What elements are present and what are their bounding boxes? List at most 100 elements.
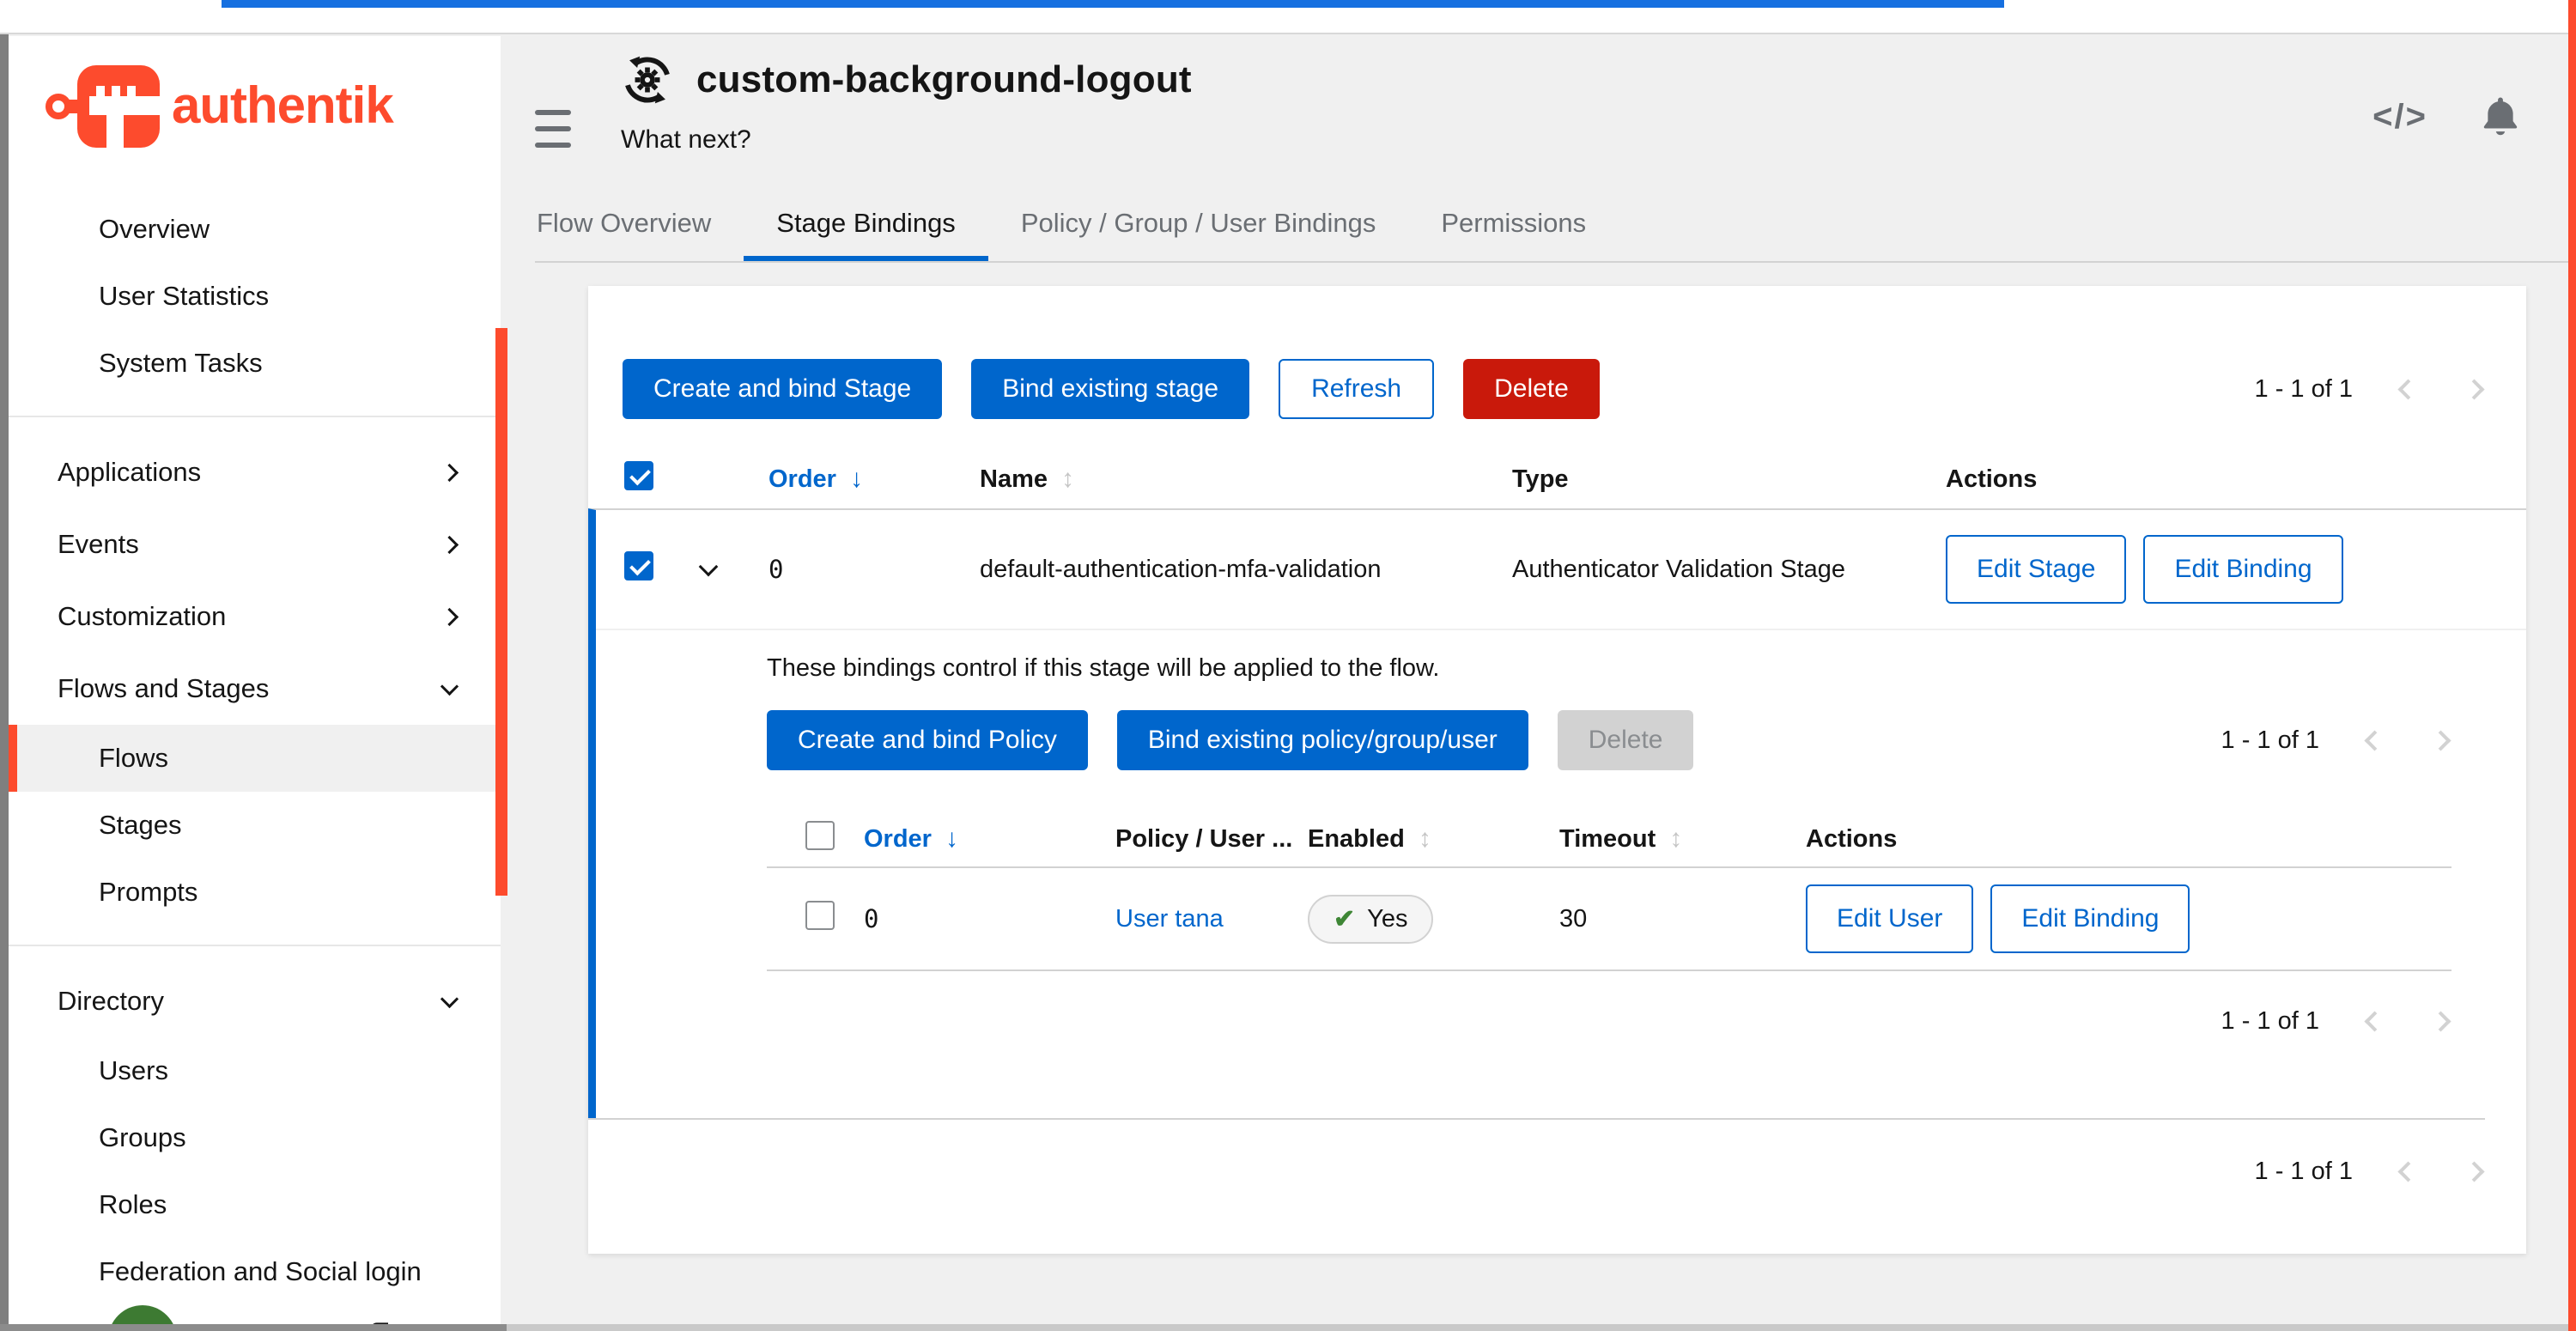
row-checkbox[interactable]	[805, 901, 835, 930]
sidebar-item-label: Prompts	[99, 877, 197, 908]
edit-policy-binding-button[interactable]: Edit Binding	[1990, 884, 2190, 953]
edit-stage-button[interactable]: Edit Stage	[1946, 535, 2126, 604]
pagination-prev-button[interactable]	[2364, 730, 2385, 751]
code-icon: </>	[2372, 98, 2427, 137]
bell-icon	[2477, 93, 2524, 141]
sidebar-scrollbar[interactable]	[495, 328, 507, 896]
chevron-left-icon	[2364, 730, 2385, 751]
sidebar-group-customization[interactable]: Customization	[9, 580, 501, 653]
sidebar-group-label: Flows and Stages	[58, 673, 269, 704]
pagination-next-button[interactable]	[2464, 1161, 2485, 1182]
sidebar-item-stages[interactable]: Stages	[9, 792, 501, 859]
screen: authentik Overview User Statistics Syste…	[0, 0, 2576, 1331]
sidebar-group-label: Directory	[58, 986, 164, 1017]
policy-user-link[interactable]: User tana	[1115, 905, 1224, 933]
pagination-prev-button[interactable]	[2364, 1011, 2385, 1032]
column-header-policy-user: Policy / User ...	[1115, 825, 1308, 854]
tab-stage-bindings[interactable]: Stage Bindings	[744, 208, 988, 261]
pagination-next-button[interactable]	[2430, 730, 2451, 751]
chevron-down-icon	[699, 557, 719, 577]
sidebar-group-label: Customization	[58, 601, 226, 632]
sidebar-item-user-statistics[interactable]: User Statistics	[9, 263, 501, 330]
select-all-checkbox[interactable]	[805, 821, 835, 850]
row-checkbox[interactable]	[624, 551, 653, 580]
sidebar-item-users[interactable]: Users	[9, 1037, 501, 1104]
column-header-name[interactable]: Name ↕	[980, 465, 1512, 494]
chevron-right-icon	[2430, 1011, 2451, 1031]
sidebar-group-directory[interactable]: Directory	[9, 965, 501, 1037]
create-and-bind-policy-button[interactable]: Create and bind Policy	[767, 710, 1088, 770]
pagination-prev-button[interactable]	[2397, 379, 2419, 400]
policy-order-value: 0	[864, 904, 1115, 933]
policy-pagination-bottom: 1 - 1 of 1	[2221, 1007, 2451, 1036]
page-section: Create and bind Stage Bind existing stag…	[501, 263, 2568, 1324]
tab-permissions[interactable]: Permissions	[1408, 208, 1619, 261]
select-all-checkbox[interactable]	[624, 461, 653, 490]
sidebar-group-flows-and-stages[interactable]: Flows and Stages	[9, 653, 501, 725]
window-frame-bottom	[0, 1324, 2576, 1331]
stage-pagination-top: 1 - 1 of 1	[2255, 375, 2485, 404]
hamburger-icon	[535, 110, 571, 115]
enabled-badge: ✔ Yes	[1308, 895, 1433, 944]
sort-icon: ↕	[1061, 465, 1074, 494]
sidebar-item-federation[interactable]: Federation and Social login	[9, 1238, 501, 1305]
stage-pagination-bottom: 1 - 1 of 1	[2255, 1158, 2485, 1186]
sidebar-item-system-tasks[interactable]: System Tasks	[9, 330, 501, 397]
column-header-actions: Actions	[1946, 465, 2526, 494]
hamburger-menu-button[interactable]	[535, 110, 571, 148]
chevron-left-icon	[2397, 379, 2418, 399]
page-title: custom-background-logout	[696, 58, 1192, 101]
bind-existing-stage-button[interactable]: Bind existing stage	[971, 359, 1249, 419]
column-header-timeout[interactable]: Timeout ↕	[1559, 824, 1806, 854]
chevron-down-icon	[440, 677, 459, 695]
stage-name-value: default-authentication-mfa-validation	[980, 556, 1512, 584]
sidebar-item-overview[interactable]: Overview	[9, 196, 501, 263]
policy-table-header: Order ↓ Policy / User ... Enabled ↕ Time…	[767, 811, 2451, 866]
sort-icon: ↕	[1669, 824, 1682, 854]
pagination-next-button[interactable]	[2464, 379, 2485, 400]
edit-user-button[interactable]: Edit User	[1806, 884, 1973, 953]
main-header: custom-background-logout What next? </>	[501, 36, 2568, 155]
sidebar: authentik Overview User Statistics Syste…	[9, 36, 501, 1324]
sidebar-item-label: Federation and Social login	[99, 1256, 422, 1287]
column-header-actions: Actions	[1806, 825, 2451, 854]
pagination-label: 1 - 1 of 1	[2255, 1158, 2353, 1186]
page-scrollbar[interactable]	[2568, 0, 2576, 1331]
sidebar-item-label: Stages	[99, 810, 182, 841]
sort-desc-icon: ↓	[850, 465, 863, 494]
sidebar-item-roles[interactable]: Roles	[9, 1171, 501, 1238]
create-and-bind-stage-button[interactable]: Create and bind Stage	[623, 359, 942, 419]
sidebar-divider	[9, 416, 501, 417]
collapse-row-button[interactable]	[696, 560, 720, 579]
notifications-button[interactable]	[2477, 93, 2524, 141]
sidebar-item-flows[interactable]: Flows	[9, 725, 501, 792]
policy-toolbar: Create and bind Policy Bind existing pol…	[767, 710, 2451, 770]
timeout-value: 30	[1559, 905, 1806, 933]
sidebar-group-events[interactable]: Events	[9, 508, 501, 580]
pagination-next-button[interactable]	[2430, 1011, 2451, 1032]
authentik-logo[interactable]: authentik	[45, 62, 501, 151]
bind-existing-policy-button[interactable]: Bind existing policy/group/user	[1117, 710, 1528, 770]
tab-policy-group-user-bindings[interactable]: Policy / Group / User Bindings	[988, 208, 1409, 261]
sidebar-item-groups[interactable]: Groups	[9, 1104, 501, 1171]
sort-icon: ↕	[1419, 824, 1431, 854]
window-top-strip	[0, 0, 2576, 34]
chevron-right-icon	[440, 463, 459, 481]
authentik-logo-icon	[45, 62, 172, 151]
api-code-button[interactable]: </>	[2372, 98, 2427, 137]
delete-policy-button[interactable]: Delete	[1558, 710, 1694, 770]
main: custom-background-logout What next? </>	[501, 36, 2568, 1324]
column-header-order[interactable]: Order ↓	[864, 824, 1115, 854]
header-actions: </>	[2372, 93, 2544, 141]
delete-stage-button[interactable]: Delete	[1463, 359, 1600, 419]
sidebar-group-applications[interactable]: Applications	[9, 436, 501, 508]
pagination-prev-button[interactable]	[2397, 1161, 2419, 1182]
tab-flow-overview[interactable]: Flow Overview	[535, 208, 744, 261]
edit-stage-binding-button[interactable]: Edit Binding	[2143, 535, 2342, 604]
sidebar-group-label: Events	[58, 529, 139, 560]
sidebar-item-prompts[interactable]: Prompts	[9, 859, 501, 926]
column-header-enabled[interactable]: Enabled ↕	[1308, 824, 1559, 854]
refresh-button[interactable]: Refresh	[1279, 359, 1434, 419]
column-header-order[interactable]: Order ↓	[769, 465, 980, 494]
stage-bindings-card: Create and bind Stage Bind existing stag…	[588, 286, 2526, 1254]
